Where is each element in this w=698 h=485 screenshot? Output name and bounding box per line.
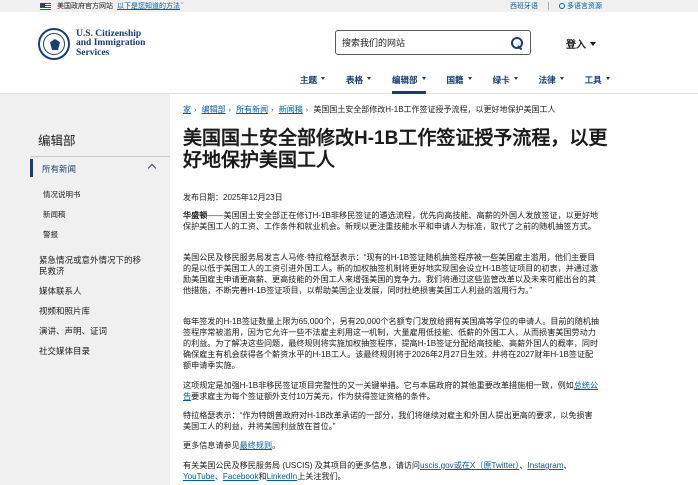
search-input[interactable] — [336, 31, 501, 54]
final-rule-link[interactable]: 最终规则 — [240, 441, 272, 450]
breadcrumb-news-releases[interactable]: 新闻稿 — [279, 105, 303, 114]
nav-laws[interactable]: 法律 — [539, 74, 574, 94]
dateline: 华盛顿 — [183, 211, 208, 220]
paragraph-text: 。 — [272, 441, 281, 450]
nav-tools[interactable]: 工具 — [585, 74, 620, 94]
sidebar-item-media-contacts[interactable]: 媒体联系人 — [39, 286, 149, 297]
paragraph-text: ——美国国土安全部正在修订H-1B非移民签证的遴选流程，优先向高技能、高薪的外国… — [183, 211, 599, 232]
language-links: 西班牙语 多语言资源 — [510, 0, 602, 12]
article-paragraph-6: 更多信息请参见最终规则。 — [183, 440, 599, 451]
paragraph-text: 要求雇主为每个签证额外支付10万美元，作为获得签证资格的条件。 — [191, 392, 435, 402]
gov-banner: 美国政府官方网站 以下是您知道的方法 ˇ 西班牙语 多语言资源 — [0, 0, 698, 12]
sidebar-item-multimedia-gallery[interactable]: 视频和照片库 — [39, 306, 149, 317]
sidebar-item-all-news[interactable]: 所有新闻 — [30, 159, 164, 177]
caret-down-icon — [467, 77, 472, 80]
separator-text: 、 — [563, 461, 572, 470]
nav-green-card[interactable]: 绿卡 — [493, 74, 528, 94]
article-paragraph-5: 特拉格瑟表示：“作为特朗普政府对H-1B改革承诺的一部分，我们将继续对雇主和外国… — [183, 411, 593, 432]
how-you-know-link[interactable]: 以下是您知道的方法 — [117, 1, 180, 11]
linkedin-link[interactable]: LinkedIn — [267, 472, 298, 481]
nav-label: 编辑部 — [392, 75, 418, 85]
caret-down-icon — [367, 77, 372, 80]
dhs-seal-icon — [38, 28, 70, 60]
paragraph-text: 有关美国公民及移民服务局 (USCIS) 及其项目的更多信息，请访问 — [183, 461, 420, 470]
article-paragraph-7: 有关美国公民及移民服务局 (USCIS) 及其项目的更多信息，请访问uscis.… — [183, 460, 599, 482]
nav-label: 表格 — [346, 75, 364, 85]
breadcrumb-home[interactable]: 家 — [183, 105, 191, 114]
sidebar-heading: 编辑部 — [38, 134, 76, 148]
chevron-right-icon: › — [271, 107, 274, 114]
separator-text: 和 — [258, 472, 267, 482]
breadcrumb: 家 › 编辑部 › 所有新闻 › 新闻稿 › 美国国土安全部修改H-1B工作签证授予流程… — [183, 104, 556, 115]
nav-newsroom[interactable]: 编辑部 — [392, 74, 436, 94]
breadcrumb-newsroom[interactable]: 编辑部 — [202, 105, 226, 114]
page-title: 美国国土安全部修改H-1B工作签证授予流程，以更好地保护美国工人 — [183, 128, 608, 171]
paragraph-text: 上关注我们。 — [297, 472, 346, 482]
caret-down-icon — [513, 77, 518, 80]
caret-down-icon — [590, 41, 596, 46]
search-button[interactable] — [502, 31, 530, 54]
multilingual-resources-link[interactable]: 多语言资源 — [559, 1, 602, 11]
breadcrumb-all-news[interactable]: 所有新闻 — [236, 105, 268, 114]
spanish-link[interactable]: 西班牙语 — [510, 1, 538, 11]
instagram-link[interactable]: Instagram — [527, 461, 563, 470]
chevron-down-icon: ˇ — [181, 2, 184, 10]
sidebar-subitem-alerts[interactable]: 警报 — [43, 229, 58, 240]
facebook-link[interactable]: Facebook — [223, 472, 259, 481]
divider — [548, 2, 549, 10]
nav-label: 国籍 — [446, 75, 464, 85]
site-header: U.S. Citizenship and Immigration Service… — [0, 12, 698, 94]
nav-label: 绿卡 — [492, 75, 510, 85]
breadcrumb-current: 美国国土安全部修改H-1B工作签证授予流程，以更好地保护美国工人 — [313, 105, 556, 114]
caret-down-icon — [421, 77, 426, 80]
chevron-up-icon — [147, 163, 157, 173]
globe-icon — [559, 3, 565, 9]
sidebar-item-social-media[interactable]: 社交媒体目录 — [39, 346, 149, 357]
publish-date: 发布日期：2025年12月23日 — [183, 193, 283, 202]
search-box — [335, 30, 531, 55]
nav-label: 法律 — [538, 75, 556, 85]
caret-down-icon — [605, 77, 610, 80]
chevron-right-icon: › — [228, 107, 231, 114]
sidebar-item-label: 所有新闻 — [42, 164, 77, 174]
nav-label: 工具 — [584, 75, 602, 85]
nav-topics[interactable]: 主题 — [300, 74, 335, 94]
article-paragraph-2: 美国公民及移民服务局发言人马修·特拉格瑟表示：“现有的H-1B签证随机抽签程序被… — [183, 253, 599, 296]
sidebar: 编辑部 所有新闻 情况说明书 新闻稿 警报 紧急情况或意外情况下的移民救济 媒体… — [0, 94, 170, 485]
caret-down-icon — [559, 77, 564, 80]
login-button[interactable]: 登入 — [566, 36, 596, 51]
nav-citizenship[interactable]: 国籍 — [447, 74, 482, 94]
sidebar-subitem-fact-sheets[interactable]: 情况说明书 — [43, 189, 81, 200]
multilingual-resources-label: 多语言资源 — [567, 3, 602, 10]
chevron-right-icon: › — [305, 107, 309, 114]
caret-down-icon — [321, 77, 326, 80]
divider — [30, 156, 170, 157]
chevron-right-icon: › — [194, 107, 197, 114]
paragraph-text: 这项规定是加强H-1B非移民签证项目完整性的又一关键举措。它与本届政府的其他重要… — [183, 381, 574, 390]
sidebar-item-speeches[interactable]: 演讲、声明、证词 — [39, 326, 149, 337]
separator-text: 、 — [214, 472, 223, 482]
logo-text: U.S. Citizenship and Immigration Service… — [76, 29, 145, 59]
gov-official-text: 美国政府官方网站 — [57, 3, 113, 10]
us-flag-icon — [40, 2, 51, 10]
search-icon — [510, 37, 523, 49]
uscis-x-link[interactable]: uscis.gov或在X（原Twitter） — [420, 461, 519, 470]
nav-label: 主题 — [300, 75, 318, 85]
youtube-link[interactable]: YouTube — [183, 472, 215, 481]
logo-line-3: Services — [76, 47, 110, 58]
nav-forms[interactable]: 表格 — [346, 74, 381, 94]
main-nav: 主题 表格 编辑部 国籍 绿卡 法律 工具 — [300, 74, 631, 94]
article-paragraph-3: 每年签发的H-1B签证数量上限为65,000个，另有20,000个名额专门发放给… — [183, 317, 599, 371]
sidebar-subitem-news-releases[interactable]: 新闻稿 — [43, 209, 66, 220]
sidebar-item-emergency-relief[interactable]: 紧急情况或意外情况下的移民救济 — [39, 255, 149, 277]
login-label: 登入 — [566, 40, 586, 51]
paragraph-text: 更多信息请参见 — [183, 441, 240, 450]
uscis-logo[interactable]: U.S. Citizenship and Immigration Service… — [38, 28, 145, 60]
article-paragraph-4: 这项规定是加强H-1B非移民签证项目完整性的又一关键举措。它与本届政府的其他重要… — [183, 380, 599, 402]
article-paragraph-1: 华盛顿——美国国土安全部正在修订H-1B非移民签证的遴选流程，优先向高技能、高薪… — [183, 210, 599, 232]
